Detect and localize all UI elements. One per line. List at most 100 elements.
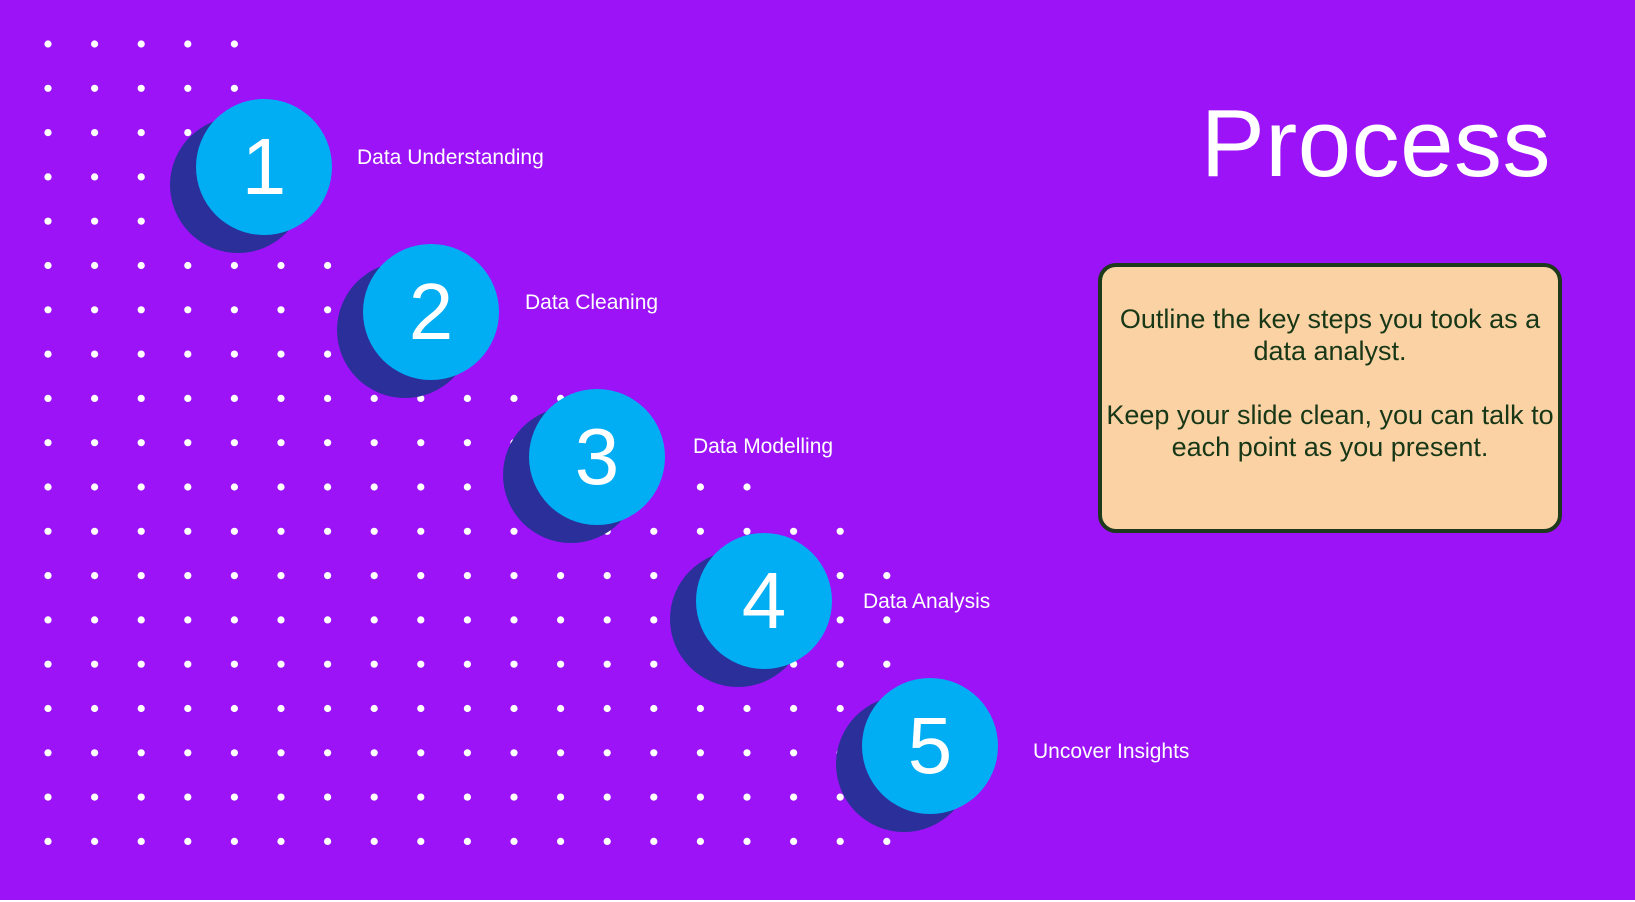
pattern-dot [91,572,99,580]
pattern-dot [510,616,518,624]
pattern-dot [277,394,285,402]
pattern-dot [370,793,378,801]
pattern-dot [44,129,52,137]
pattern-dot [510,527,518,535]
pattern-dot [883,837,891,846]
pattern-dot [790,527,798,535]
pattern-dot [277,793,285,801]
pattern-dot [184,439,192,447]
pattern-dot [137,704,145,713]
pattern-dot [324,749,332,757]
pattern-dot [230,837,238,846]
pattern-dot [230,749,238,757]
pattern-dot [44,350,52,358]
pattern-dot [836,660,844,668]
pattern-dot [370,837,378,846]
pattern-dot [91,350,99,358]
pattern-dot [277,306,285,314]
pattern-dot [91,527,99,535]
pattern-dot [91,306,99,314]
pattern-dot [184,40,192,48]
pattern-dot [417,704,425,713]
step-number-circle: 2 [363,244,499,380]
pattern-dot [184,749,192,757]
pattern-dot [184,306,192,314]
pattern-dot [324,704,332,713]
pattern-dot [370,572,378,580]
pattern-dot [91,837,99,846]
page-title: Process [1200,90,1551,197]
pattern-dot [510,394,518,402]
pattern-dot [137,439,145,447]
pattern-dot [277,749,285,757]
pattern-dot [463,527,471,535]
step-label: Data Analysis [863,590,991,613]
pattern-dot [137,572,145,580]
step-number-circle: 5 [862,678,998,814]
pattern-dot [370,660,378,668]
pattern-dot [324,793,332,801]
pattern-dot [230,572,238,580]
pattern-dot [463,793,471,801]
pattern-dot [836,527,844,535]
pattern-dot [44,527,52,535]
pattern-dot [91,439,99,447]
pattern-dot [91,749,99,757]
step-label: Data Cleaning [525,291,659,314]
pattern-dot [230,40,238,48]
pattern-dot [44,572,52,580]
pattern-dot [883,660,891,668]
pattern-dot [44,306,52,314]
pattern-dot [277,527,285,535]
pattern-dot [557,616,565,624]
pattern-dot [137,129,145,137]
pattern-dot [91,173,99,181]
pattern-dot [324,572,332,580]
pattern-dot [137,660,145,668]
pattern-dot [91,129,99,137]
pattern-dot [324,660,332,668]
pattern-dot [883,616,891,624]
pattern-dot [417,439,425,447]
pattern-dot [44,660,52,668]
pattern-dot [417,572,425,580]
pattern-dot [230,793,238,801]
pattern-dot [696,704,705,713]
pattern-dot [137,40,145,48]
pattern-dot [137,527,145,535]
pattern-dot [230,261,238,270]
pattern-dot [184,261,192,270]
pattern-dot [230,527,238,535]
pattern-dot [743,704,751,713]
pattern-dot [370,439,378,447]
pattern-dot [510,572,518,580]
pattern-dot [836,616,844,624]
pattern-dot [743,793,751,801]
pattern-dot [230,394,238,402]
pattern-dot [277,483,285,491]
note-line-2: Keep your slide clean, you can talk to e… [1106,400,1554,462]
pattern-dot [184,704,192,713]
pattern-dot [137,173,145,181]
pattern-dot [184,483,192,491]
pattern-dot [417,749,425,757]
pattern-dot [463,483,471,491]
pattern-dot [230,616,238,624]
pattern-dot [557,793,565,801]
pattern-dot [137,217,145,225]
pattern-dot [463,394,471,402]
pattern-dot [324,350,332,358]
pattern-dot [370,527,378,535]
pattern-dot [137,394,145,402]
pattern-dot [557,572,565,580]
pattern-dot [603,660,611,668]
pattern-dot [44,837,52,846]
pattern-dot [44,704,52,713]
pattern-dot [44,173,52,181]
pattern-dot [184,616,192,624]
pattern-dot [277,350,285,358]
pattern-dot [44,394,52,402]
pattern-dot [650,660,658,668]
pattern-dot [44,261,52,270]
pattern-dot [137,749,145,757]
